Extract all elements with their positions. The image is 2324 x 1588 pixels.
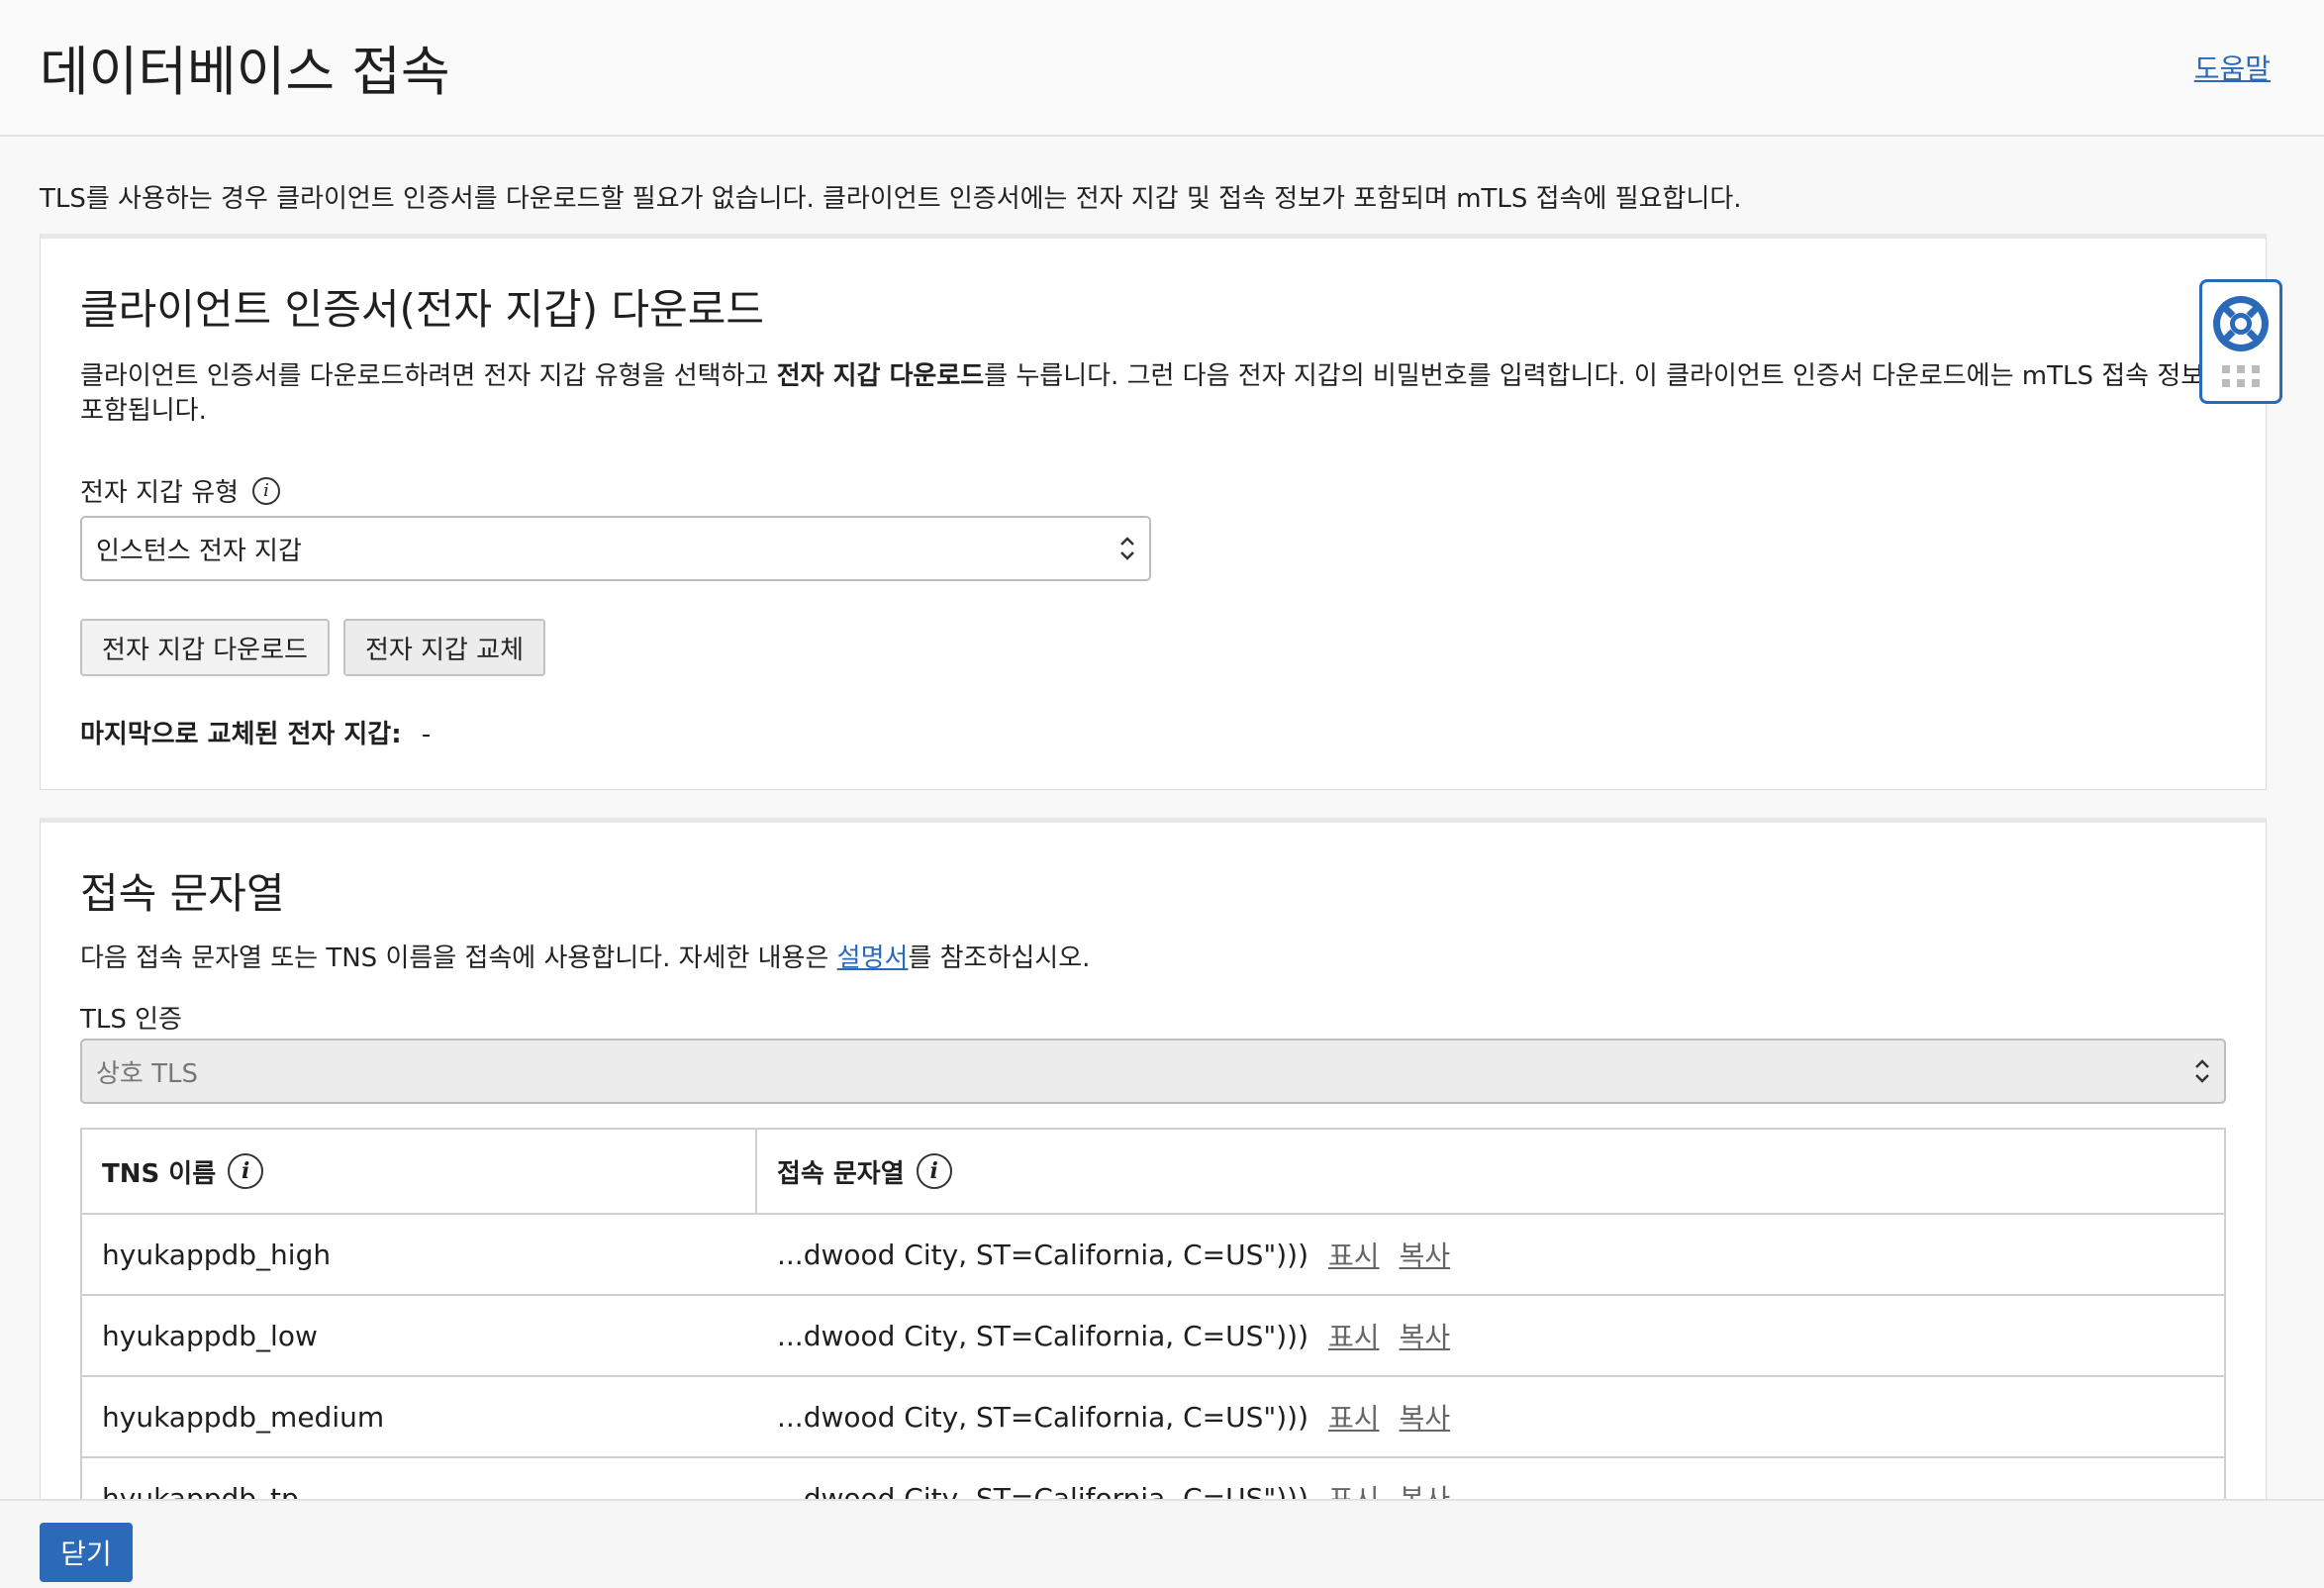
page-title: 데이터베이스 접속 — [40, 41, 450, 103]
desc-text: 를 참조하십시오. — [908, 943, 1091, 973]
tns-name-cell: hyukappdb_high — [102, 1238, 332, 1271]
rotate-wallet-button[interactable]: 전자 지갑 교체 — [343, 619, 545, 676]
info-icon[interactable]: i — [916, 1153, 952, 1189]
download-wallet-button[interactable]: 전자 지갑 다운로드 — [80, 619, 330, 676]
table-row: hyukappdb_tp ...dwood City, ST=Californi… — [82, 1458, 2224, 1500]
column-header-tns: TNS 이름 i — [82, 1130, 757, 1213]
desc-text: 다음 접속 문자열 또는 TNS 이름을 접속에 사용합니다. 자세한 내용은 — [80, 943, 837, 973]
table-row: hyukappdb_low ...dwood City, ST=Californ… — [82, 1296, 2224, 1377]
dialog-footer: 닫기 — [0, 1499, 2324, 1588]
copy-link[interactable]: 복사 — [1400, 1316, 1451, 1355]
conn-string-text: ...dwood City, ST=California, C=US"))) — [777, 1400, 1309, 1434]
tns-header-text: TNS 이름 — [102, 1158, 217, 1189]
tls-auth-label-text: TLS 인증 — [80, 1005, 182, 1035]
show-link[interactable]: 표시 — [1328, 1316, 1380, 1355]
conn-string-cell: ...dwood City, ST=California, C=US"))) 표… — [757, 1235, 1450, 1274]
conn-string-text: ...dwood City, ST=California, C=US"))) — [777, 1319, 1309, 1352]
info-icon[interactable]: i — [228, 1153, 264, 1189]
table-header: TNS 이름 i 접속 문자열 i — [82, 1130, 2224, 1215]
table-row: hyukappdb_medium ...dwood City, ST=Calif… — [82, 1377, 2224, 1458]
conn-string-text: ...dwood City, ST=California, C=US"))) — [777, 1238, 1309, 1271]
copy-link[interactable]: 복사 — [1400, 1235, 1451, 1274]
wallet-section-title: 클라이언트 인증서(전자 지갑) 다운로드 — [80, 285, 765, 334]
last-rotated-value: - — [421, 720, 432, 749]
documentation-link[interactable]: 설명서 — [837, 943, 909, 973]
desc-text: 클라이언트 인증서를 다운로드하려면 전자 지갑 유형을 선택하고 — [80, 361, 777, 391]
last-rotated: 마지막으로 교체된 전자 지갑: - — [80, 714, 431, 750]
chevron-updown-icon — [2195, 1059, 2209, 1083]
tls-auth-select[interactable]: 상호 TLS — [80, 1039, 2226, 1104]
connection-strings-section: 접속 문자열 다음 접속 문자열 또는 TNS 이름을 접속에 사용합니다. 자… — [40, 818, 2267, 1499]
page-header: 데이터베이스 접속 도움말 — [0, 0, 2324, 137]
conn-string-cell: ...dwood City, ST=California, C=US"))) 표… — [757, 1397, 1450, 1437]
show-link[interactable]: 표시 — [1328, 1235, 1380, 1274]
conn-section-description: 다음 접속 문자열 또는 TNS 이름을 접속에 사용합니다. 자세한 내용은 … — [80, 942, 2238, 976]
wallet-section-description: 클라이언트 인증서를 다운로드하려면 전자 지갑 유형을 선택하고 전자 지갑 … — [80, 359, 2238, 429]
copy-link[interactable]: 복사 — [1400, 1478, 1451, 1499]
help-widget[interactable] — [2199, 279, 2282, 404]
tls-auth-value: 상호 TLS — [96, 1058, 198, 1089]
wallet-type-select[interactable]: 인스턴스 전자 지갑 — [80, 516, 1151, 581]
wallet-type-label: 전자 지갑 유형 i — [80, 472, 281, 509]
conn-section-title: 접속 문자열 — [80, 869, 285, 918]
conn-header-text: 접속 문자열 — [777, 1158, 905, 1189]
table-row: hyukappdb_high ...dwood City, ST=Califor… — [82, 1215, 2224, 1296]
conn-string-text: ...dwood City, ST=California, C=US"))) — [777, 1481, 1309, 1500]
wallet-type-label-text: 전자 지갑 유형 — [80, 478, 240, 508]
dialog-content[interactable]: TLS를 사용하는 경우 클라이언트 인증서를 다운로드할 필요가 없습니다. … — [0, 137, 2324, 1499]
column-header-conn: 접속 문자열 i — [757, 1130, 952, 1213]
drag-handle-icon — [2222, 365, 2260, 387]
info-icon[interactable]: i — [252, 476, 281, 505]
tls-auth-label: TLS 인증 — [80, 999, 182, 1036]
tns-name-cell: hyukappdb_low — [102, 1319, 318, 1352]
close-button[interactable]: 닫기 — [40, 1523, 133, 1582]
tns-name-cell: hyukappdb_tp — [102, 1481, 299, 1500]
intro-text: TLS를 사용하는 경우 클라이언트 인증서를 다운로드할 필요가 없습니다. … — [40, 184, 1742, 214]
connection-table: TNS 이름 i 접속 문자열 i hyukappdb_high ...dwoo… — [80, 1128, 2226, 1499]
show-link[interactable]: 표시 — [1328, 1478, 1380, 1499]
conn-string-cell: ...dwood City, ST=California, C=US"))) 표… — [757, 1478, 1451, 1500]
wallet-download-section: 클라이언트 인증서(전자 지갑) 다운로드 클라이언트 인증서를 다운로드하려면… — [40, 234, 2267, 790]
copy-link[interactable]: 복사 — [1400, 1397, 1451, 1437]
wallet-type-value: 인스턴스 전자 지갑 — [96, 536, 302, 566]
chevron-updown-icon — [1120, 537, 1134, 560]
show-link[interactable]: 표시 — [1328, 1397, 1380, 1437]
desc-bold-text: 전자 지갑 다운로드 — [776, 361, 985, 391]
last-rotated-label: 마지막으로 교체된 전자 지갑: — [80, 720, 402, 749]
help-link[interactable]: 도움말 — [2194, 48, 2271, 87]
conn-string-cell: ...dwood City, ST=California, C=US"))) 표… — [757, 1316, 1450, 1355]
lifebuoy-icon — [2213, 296, 2269, 387]
tns-name-cell: hyukappdb_medium — [102, 1400, 385, 1434]
